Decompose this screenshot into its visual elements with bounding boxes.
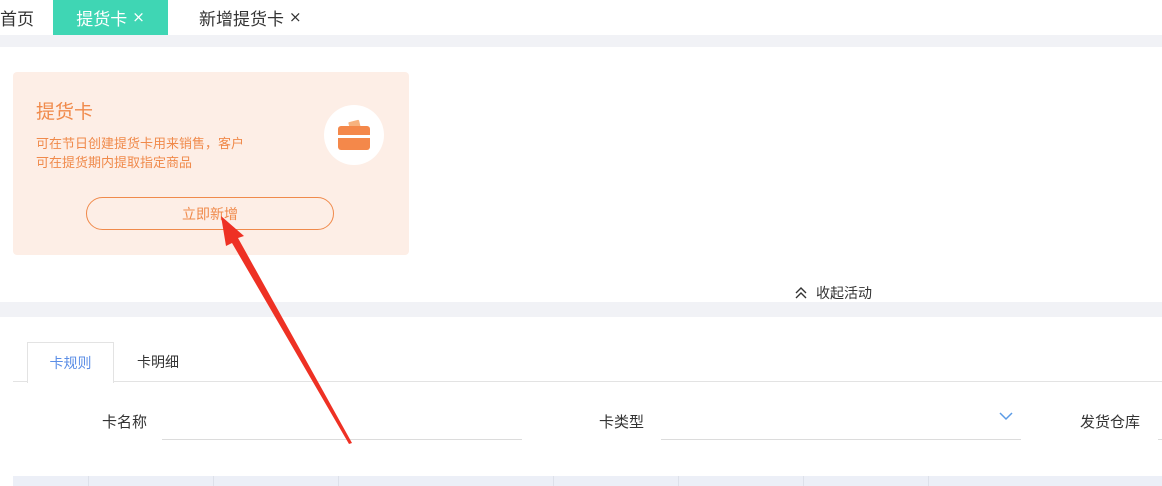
- pickup-card-promo: 提货卡 可在节日创建提货卡用来销售，客户 可在提货期内提取指定商品 立即新增: [13, 72, 409, 255]
- chevron-down-icon[interactable]: [998, 409, 1014, 423]
- column-divider: [338, 476, 339, 486]
- card-type-select[interactable]: [661, 415, 1021, 440]
- warehouse-label: 发货仓库: [1080, 413, 1141, 431]
- card-title: 提货卡: [36, 101, 94, 123]
- top-tab-bar: 首页 提货卡 × 新增提货卡 ×: [0, 0, 1162, 35]
- tab-pickup-card[interactable]: 提货卡 ×: [53, 0, 168, 35]
- card-name-input[interactable]: [162, 415, 522, 440]
- chevron-up-double-icon: [795, 287, 807, 299]
- tab-home[interactable]: 首页: [0, 0, 34, 35]
- table-header: [13, 476, 1162, 486]
- tab-pickup-card-label: 提货卡: [76, 10, 128, 30]
- column-divider: [88, 476, 89, 486]
- add-now-button[interactable]: 立即新增: [86, 197, 334, 230]
- tab-card-details[interactable]: 卡明细: [122, 342, 194, 382]
- card-description: 可在节日创建提货卡用来销售，客户 可在提货期内提取指定商品: [36, 137, 245, 171]
- collapse-activity-label: 收起活动: [816, 286, 872, 302]
- collapse-activity-link[interactable]: 收起活动: [794, 283, 872, 303]
- card-icon: [324, 105, 384, 165]
- column-divider: [553, 476, 554, 486]
- warehouse-select[interactable]: [1158, 415, 1162, 440]
- column-divider: [928, 476, 929, 486]
- column-divider: [803, 476, 804, 486]
- tab-new-pickup-card[interactable]: 新增提货卡 ×: [199, 0, 302, 35]
- card-type-label: 卡类型: [599, 413, 645, 431]
- close-icon[interactable]: ×: [132, 10, 145, 25]
- tab-new-pickup-card-label: 新增提货卡: [199, 10, 284, 30]
- divider: [0, 35, 1162, 47]
- column-divider: [213, 476, 214, 486]
- divider: [0, 302, 1162, 317]
- card-name-label: 卡名称: [102, 413, 148, 431]
- tab-card-rules[interactable]: 卡规则: [27, 342, 114, 383]
- close-icon[interactable]: ×: [289, 10, 302, 25]
- column-divider: [678, 476, 679, 486]
